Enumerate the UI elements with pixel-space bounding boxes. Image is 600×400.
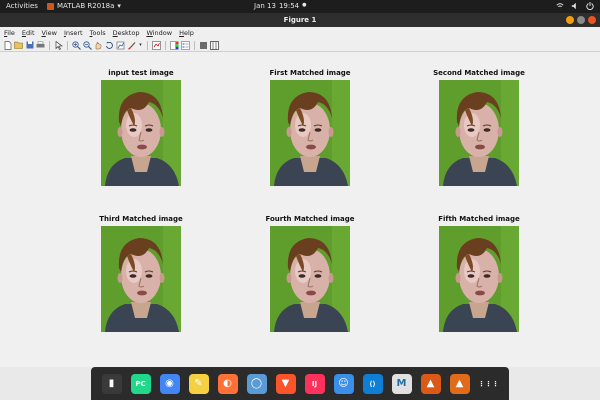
face-image bbox=[101, 226, 181, 332]
dock: ▮ PC ◉ ✎ ◐ ◯ ▼ IJ ☺ ⟨⟩ M ▲ ▲ ⋮⋮⋮ bbox=[91, 367, 509, 400]
menu-view[interactable]: View bbox=[42, 29, 57, 37]
maximize-icon[interactable] bbox=[577, 16, 585, 24]
face-image bbox=[439, 80, 519, 186]
toolbar-separator bbox=[67, 40, 68, 50]
pycharm-icon[interactable]: PC bbox=[130, 373, 151, 394]
zoom-in-icon[interactable] bbox=[72, 40, 81, 50]
app-grid-icon[interactable]: ⋮⋮⋮ bbox=[478, 373, 499, 394]
new-figure-icon[interactable] bbox=[3, 40, 12, 50]
close-icon[interactable] bbox=[588, 16, 596, 24]
clock-date: Jan 13 bbox=[254, 2, 276, 10]
matlab-icon[interactable]: ▲ bbox=[420, 373, 441, 394]
chrome-icon[interactable]: ◉ bbox=[159, 373, 180, 394]
menu-tools[interactable]: Tools bbox=[90, 29, 106, 37]
window-titlebar[interactable]: Figure 1 bbox=[0, 13, 600, 27]
menu-bar: File Edit View Insert Tools Desktop Wind… bbox=[0, 27, 600, 39]
subplot-title: Fifth Matched image bbox=[438, 215, 520, 223]
subplot-second-match[interactable]: Second Matched image bbox=[424, 69, 534, 186]
subplot-first-match[interactable]: First Matched image bbox=[255, 69, 365, 186]
subplot-third-match[interactable]: Third Matched image bbox=[86, 215, 196, 332]
toolbar-separator bbox=[194, 40, 195, 50]
face-image bbox=[439, 226, 519, 332]
notification-dot-icon: ● bbox=[302, 2, 307, 8]
menu-window[interactable]: Window bbox=[146, 29, 172, 37]
matlab-active-icon[interactable]: ▲ bbox=[449, 373, 470, 394]
minimize-icon[interactable] bbox=[566, 16, 574, 24]
pan-icon[interactable] bbox=[94, 41, 103, 50]
chevron-down-icon: ▾ bbox=[117, 2, 121, 10]
figure-canvas[interactable]: input test image First Matched image Sec… bbox=[0, 53, 600, 367]
finder-icon[interactable]: ☺ bbox=[333, 373, 354, 394]
chromium-icon[interactable]: ◯ bbox=[246, 373, 267, 394]
terminal-icon[interactable]: ▮ bbox=[101, 373, 122, 394]
subplot-input-test[interactable]: input test image bbox=[86, 69, 196, 186]
top-bar: Activities MATLAB R2018a ▾ Jan 13 19:54 … bbox=[0, 0, 600, 13]
toolbar-separator bbox=[165, 40, 166, 50]
face-image bbox=[101, 80, 181, 186]
app-menu[interactable]: MATLAB R2018a ▾ bbox=[47, 2, 121, 10]
brave-icon[interactable]: ▼ bbox=[275, 373, 296, 394]
menu-help[interactable]: Help bbox=[179, 29, 194, 37]
subplot-title: input test image bbox=[108, 69, 174, 77]
notes-icon[interactable]: ✎ bbox=[188, 373, 209, 394]
subplot-title: First Matched image bbox=[269, 69, 351, 77]
subplot-title: Second Matched image bbox=[433, 69, 525, 77]
subplot-title: Fourth Matched image bbox=[265, 215, 355, 223]
menu-insert[interactable]: Insert bbox=[64, 29, 83, 37]
menu-edit[interactable]: Edit bbox=[22, 29, 35, 37]
open-file-icon[interactable] bbox=[14, 41, 23, 50]
face-image bbox=[270, 80, 350, 186]
figure-toolbar: ▾ bbox=[0, 39, 600, 52]
system-tray[interactable] bbox=[556, 2, 594, 10]
brush-icon[interactable] bbox=[127, 41, 136, 50]
power-icon bbox=[586, 2, 594, 10]
link-plot-icon[interactable] bbox=[152, 40, 161, 50]
clock[interactable]: Jan 13 19:54 ● bbox=[254, 2, 307, 10]
zoom-out-icon[interactable] bbox=[83, 40, 92, 50]
arrow-select-icon[interactable] bbox=[54, 40, 63, 50]
activities-button[interactable]: Activities bbox=[6, 2, 38, 10]
toolbar-separator bbox=[147, 40, 148, 50]
hide-plot-tools-icon[interactable] bbox=[199, 41, 208, 50]
volume-icon bbox=[571, 2, 576, 10]
data-cursor-icon[interactable] bbox=[116, 41, 125, 50]
mendeley-icon[interactable]: M bbox=[391, 373, 412, 394]
vscode-icon[interactable]: ⟨⟩ bbox=[362, 373, 383, 394]
intellij-icon[interactable]: IJ bbox=[304, 373, 325, 394]
show-plot-tools-icon[interactable] bbox=[210, 40, 219, 50]
menu-file[interactable]: File bbox=[4, 29, 15, 37]
print-icon[interactable] bbox=[36, 41, 45, 50]
clock-time: 19:54 bbox=[278, 2, 300, 10]
legend-icon[interactable] bbox=[181, 40, 190, 50]
subplot-fifth-match[interactable]: Fifth Matched image bbox=[424, 215, 534, 332]
rotate-3d-icon[interactable] bbox=[105, 41, 114, 50]
colorbar-icon[interactable] bbox=[170, 40, 179, 50]
save-icon[interactable] bbox=[25, 41, 34, 50]
network-icon bbox=[556, 3, 564, 9]
subplot-title: Third Matched image bbox=[99, 215, 183, 223]
app-menu-label: MATLAB R2018a bbox=[57, 2, 115, 10]
window-title: Figure 1 bbox=[283, 16, 317, 24]
figure-window: Figure 1 File Edit View Insert Tools Des… bbox=[0, 13, 600, 367]
firefox-icon[interactable]: ◐ bbox=[217, 373, 238, 394]
menu-desktop[interactable]: Desktop bbox=[113, 29, 140, 37]
matlab-app-icon bbox=[47, 2, 54, 10]
toolbar-separator bbox=[49, 40, 50, 50]
subplot-fourth-match[interactable]: Fourth Matched image bbox=[255, 215, 365, 332]
chevron-down-icon[interactable]: ▾ bbox=[138, 41, 143, 50]
face-image bbox=[270, 226, 350, 332]
